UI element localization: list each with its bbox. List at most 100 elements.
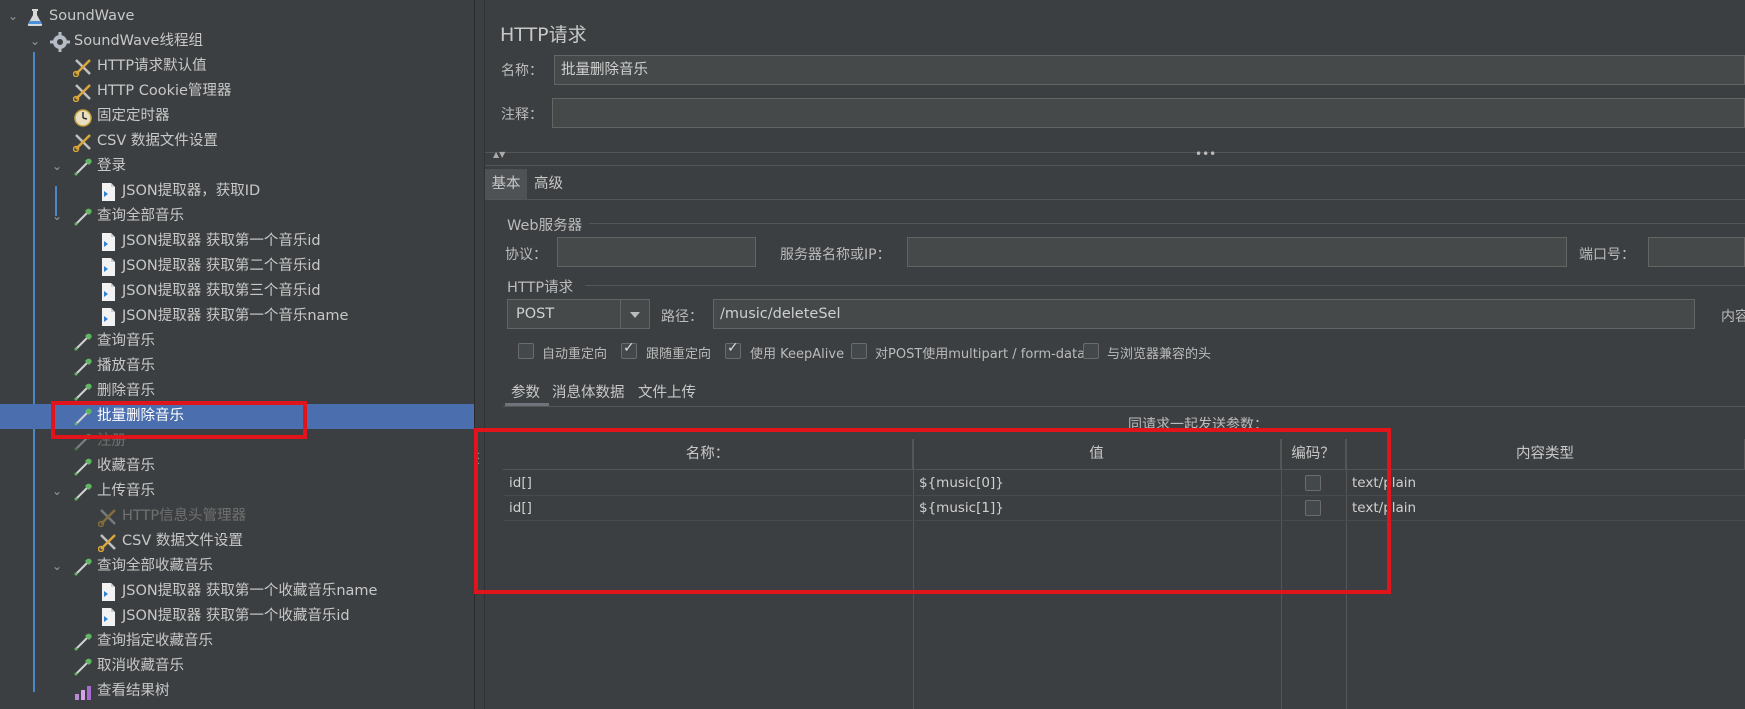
- pipette-icon: [73, 632, 93, 652]
- timer-icon: [73, 107, 93, 127]
- tree-node[interactable]: CSV 数据文件设置: [0, 529, 474, 554]
- vertical-splitter[interactable]: · · ·: [475, 0, 485, 709]
- tree-node[interactable]: 查询音乐: [0, 329, 474, 354]
- tree-node[interactable]: 收藏音乐: [0, 454, 474, 479]
- tree-node[interactable]: HTTP Cookie管理器: [0, 79, 474, 104]
- pipette-icon: [73, 657, 93, 677]
- follow-redirect-label: 跟随重定向: [646, 347, 712, 362]
- chevron-down-icon[interactable]: ⌄: [6, 4, 20, 29]
- wrench-scissors-icon: [72, 57, 93, 78]
- section-line: [589, 223, 1745, 224]
- table-cell-name[interactable]: id[]: [503, 496, 913, 520]
- pipette-icon: [73, 457, 93, 477]
- browser-headers-checkbox[interactable]: [1083, 343, 1099, 359]
- column-header-value[interactable]: 值: [913, 439, 1281, 470]
- pipette-icon: [73, 407, 93, 427]
- tree-node-label: JSON提取器 获取第一个收藏音乐id: [122, 608, 350, 624]
- tree-node[interactable]: ⌄ 上传音乐: [0, 479, 474, 504]
- tab-body-data[interactable]: 消息体数据: [552, 380, 625, 406]
- chevron-down-icon[interactable]: ⌄: [50, 479, 64, 504]
- tree-node[interactable]: 删除音乐: [0, 379, 474, 404]
- tree-node-label: 注册: [97, 433, 126, 449]
- web-server-section-title: Web服务器: [507, 218, 583, 234]
- column-header-name[interactable]: 名称：: [503, 439, 913, 470]
- test-plan-tree[interactable]: ⌄ SoundWave ⌄ SoundWave线程组 HTTP请求默认值 HTTP Coo…: [0, 0, 475, 709]
- tree-node-label: 固定定时器: [97, 108, 170, 124]
- tree-node[interactable]: 取消收藏音乐: [0, 654, 474, 679]
- name-input[interactable]: 批量删除音乐: [554, 55, 1745, 85]
- document-icon: [98, 282, 118, 302]
- name-label: 名称：: [501, 63, 543, 79]
- table-cell-content-type[interactable]: text/plain: [1346, 496, 1745, 520]
- chevron-down-icon[interactable]: [620, 300, 649, 328]
- comment-input[interactable]: [552, 98, 1745, 128]
- table-cell-value[interactable]: ${music[0]}: [913, 471, 1281, 495]
- content-encoding-label: 内容: [1721, 309, 1745, 325]
- tree-node[interactable]: 注册: [0, 429, 474, 454]
- tree-node-label: 取消收藏音乐: [97, 658, 184, 674]
- encode-checkbox[interactable]: [1305, 500, 1321, 516]
- tab-file-upload[interactable]: 文件上传: [638, 380, 696, 406]
- tree-node-label: 查询音乐: [97, 333, 155, 349]
- table-cell-name[interactable]: id[]: [503, 471, 913, 495]
- tree-node[interactable]: JSON提取器，获取ID: [0, 179, 474, 204]
- path-label: 路径：: [661, 309, 703, 325]
- port-input[interactable]: [1648, 237, 1745, 267]
- tree-node-label: 查询指定收藏音乐: [97, 633, 213, 649]
- multipart-label: 对POST使用multipart / form-data: [875, 347, 1086, 362]
- column-header-encode[interactable]: 编码？: [1281, 439, 1346, 470]
- wrench-scissors-icon: [72, 82, 93, 103]
- chevron-down-icon[interactable]: ⌄: [50, 154, 64, 179]
- method-select[interactable]: POST: [507, 299, 650, 329]
- auto-redirect-checkbox[interactable]: [518, 343, 534, 359]
- encode-checkbox[interactable]: [1305, 475, 1321, 491]
- follow-redirect-checkbox[interactable]: [621, 340, 637, 359]
- path-input[interactable]: /music/deleteSel: [713, 299, 1695, 329]
- tab-basic[interactable]: 基本: [485, 169, 527, 199]
- tree-node[interactable]: JSON提取器 获取第一个音乐id: [0, 229, 474, 254]
- document-icon: [98, 232, 118, 252]
- port-label: 端口号：: [1579, 247, 1635, 263]
- tree-node[interactable]: JSON提取器 获取第一个音乐name: [0, 304, 474, 329]
- drag-handle-icon[interactable]: •••: [1195, 147, 1216, 161]
- tree-node[interactable]: CSV 数据文件设置: [0, 129, 474, 154]
- tree-node[interactable]: 固定定时器: [0, 104, 474, 129]
- tree-node[interactable]: 查看结果树: [0, 679, 474, 704]
- tree-node[interactable]: JSON提取器 获取第三个音乐id: [0, 279, 474, 304]
- keepalive-checkbox[interactable]: [725, 340, 741, 359]
- protocol-input[interactable]: [557, 237, 756, 267]
- tree-node[interactable]: HTTP请求默认值: [0, 54, 474, 79]
- tree-node[interactable]: 批量删除音乐: [0, 404, 474, 429]
- collapse-arrows-icon[interactable]: ▲▼: [493, 150, 505, 159]
- wrench-scissors-icon: [97, 507, 118, 528]
- tree-node[interactable]: JSON提取器 获取第一个收藏音乐name: [0, 579, 474, 604]
- tree-node[interactable]: ⌄ 查询全部音乐: [0, 204, 474, 229]
- chevron-down-icon[interactable]: ⌄: [50, 204, 64, 229]
- tree-node[interactable]: 播放音乐: [0, 354, 474, 379]
- tree-node[interactable]: JSON提取器 获取第一个收藏音乐id: [0, 604, 474, 629]
- chevron-down-icon[interactable]: ⌄: [50, 554, 64, 579]
- table-cell-value[interactable]: ${music[1]}: [913, 496, 1281, 520]
- tree-node[interactable]: 查询指定收藏音乐: [0, 629, 474, 654]
- tree-node-label: 批量删除音乐: [97, 408, 184, 424]
- chevron-down-icon[interactable]: ⌄: [28, 29, 42, 54]
- tree-node[interactable]: ⌄ SoundWave: [0, 4, 474, 29]
- tree-node-label: JSON提取器 获取第一个音乐name: [122, 308, 349, 324]
- tree-node[interactable]: ⌄ 查询全部收藏音乐: [0, 554, 474, 579]
- row-divider: [503, 520, 1745, 521]
- flask-icon: [25, 7, 45, 27]
- parameters-table[interactable]: 名称： 值 编码？ 内容类型 id[] ${music[0]} text/pla…: [503, 439, 1745, 709]
- table-cell-content-type[interactable]: text/plain: [1346, 471, 1745, 495]
- server-input[interactable]: [907, 237, 1567, 267]
- column-header-content-type[interactable]: 内容类型: [1346, 439, 1745, 470]
- tree-node[interactable]: HTTP信息头管理器: [0, 504, 474, 529]
- tree-node[interactable]: JSON提取器 获取第二个音乐id: [0, 254, 474, 279]
- multipart-checkbox[interactable]: [851, 343, 867, 359]
- horizontal-splitter[interactable]: ▲▼ •••: [485, 147, 1745, 166]
- section-line: [585, 285, 1745, 286]
- tab-advanced[interactable]: 高级: [534, 169, 563, 199]
- tree-node[interactable]: ⌄ 登录: [0, 154, 474, 179]
- tree-node[interactable]: ⌄ SoundWave线程组: [0, 29, 474, 54]
- pipette-icon: [73, 432, 93, 452]
- tree-node-label: 查询全部收藏音乐: [97, 558, 213, 574]
